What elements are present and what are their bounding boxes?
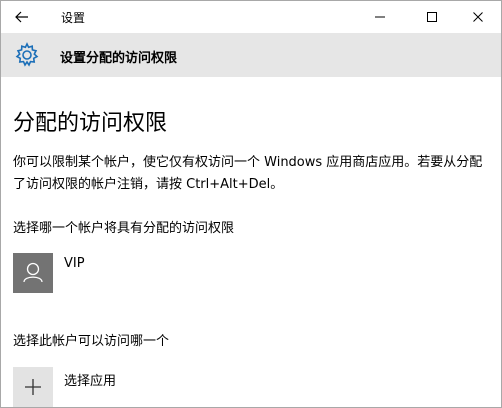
minimize-icon <box>375 16 385 18</box>
maximize-button[interactable] <box>409 1 455 33</box>
title-bar: 设置 <box>1 1 501 33</box>
gear-icon <box>15 42 39 67</box>
choose-app-button[interactable]: 选择应用 <box>13 367 213 407</box>
header-title: 设置分配的访问权限 <box>60 51 178 66</box>
description-text: 你可以限制某个帐户，使它仅有权访问一个 Windows 应用商店应用。若要从分配… <box>13 155 483 192</box>
add-app-tile <box>13 367 53 407</box>
choose-account-button[interactable]: VIP <box>13 253 213 293</box>
settings-window: 设置 设置分配的访问权限 分配的访问权限 你可以限制某个帐户，使它仅有权访问一个… <box>0 0 502 408</box>
maximize-icon <box>427 12 437 22</box>
account-name: VIP <box>64 256 85 271</box>
back-button[interactable] <box>7 3 37 31</box>
plus-icon <box>25 379 41 395</box>
page-header: 设置分配的访问权限 <box>1 33 501 77</box>
page-title: 分配的访问权限 <box>13 111 168 136</box>
choose-app-label-text: 选择应用 <box>64 374 117 389</box>
close-icon <box>473 12 483 22</box>
user-icon <box>23 262 43 283</box>
choose-app-label: 选择此帐户可以访问哪一个 <box>13 334 170 349</box>
close-button[interactable] <box>455 1 501 33</box>
avatar <box>13 253 53 293</box>
choose-account-label: 选择哪一个帐户将具有分配的访问权限 <box>13 221 235 236</box>
window-title: 设置 <box>61 11 86 25</box>
minimize-button[interactable] <box>357 1 403 33</box>
back-arrow-icon <box>15 11 28 23</box>
